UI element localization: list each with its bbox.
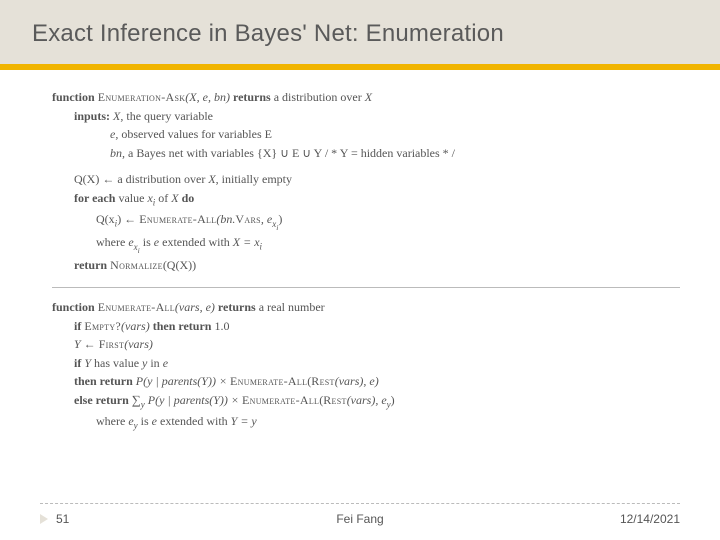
footer-author: Fei Fang bbox=[336, 512, 383, 526]
fn-name: Enumeration-Ask bbox=[98, 90, 186, 104]
footer-date: 12/14/2021 bbox=[620, 512, 680, 526]
kw-inputs: inputs: bbox=[74, 109, 110, 123]
divider bbox=[52, 287, 680, 288]
algo2-line-ify: if Y has value y in e bbox=[52, 354, 680, 373]
algo1-line-call: Q(xi) ← Enumerate-All(bn.Vars, exi) bbox=[52, 210, 680, 233]
header-band: Exact Inference in Bayes' Net: Enumerati… bbox=[0, 0, 720, 64]
slide-content: function Enumeration-Ask(X, e, bn) retur… bbox=[0, 70, 720, 434]
returns-var: X bbox=[365, 90, 372, 104]
kw-returns: returns bbox=[233, 90, 271, 104]
slide-title: Exact Inference in Bayes' Net: Enumerati… bbox=[32, 20, 504, 48]
algo2-line-empty: if Empty?(vars) then return 1.0 bbox=[52, 317, 680, 336]
algo1-signature: function Enumeration-Ask(X, e, bn) retur… bbox=[52, 88, 680, 107]
algo1-line-qinit: Q(X) ← a distribution over X, initially … bbox=[52, 170, 680, 189]
returns-text: a distribution over bbox=[271, 90, 365, 104]
footer-arrow-icon bbox=[40, 514, 48, 524]
kw-function: function bbox=[52, 90, 95, 104]
algo2-line-else: else return ∑y P(y | parents(Y)) × Enume… bbox=[52, 391, 680, 412]
algo1-line-foreach: for each value xi of X do bbox=[52, 189, 680, 210]
algo1-line-return: return Normalize(Q(X)) bbox=[52, 256, 680, 275]
algo2-line-where: where ey is e extended with Y = y bbox=[52, 412, 680, 433]
algo2-signature: function Enumerate-All(vars, e) returns … bbox=[52, 298, 680, 317]
page-number: 51 bbox=[56, 512, 69, 526]
fn-args: (X, e, bn) bbox=[185, 90, 230, 104]
footer: 51 Fei Fang 12/14/2021 bbox=[40, 503, 680, 526]
algo1-input-bn: bn, a Bayes net with variables {X} ∪ E ∪… bbox=[52, 144, 680, 163]
algo1-inputs: inputs: X, the query variable bbox=[52, 107, 680, 126]
algo2-line-then: then return P(y | parents(Y)) × Enumerat… bbox=[52, 372, 680, 391]
algo2-line-first: Y ← First(vars) bbox=[52, 335, 680, 354]
algo1-line-where: where exi is e extended with X = xi bbox=[52, 233, 680, 256]
algo1-input-e: e, observed values for variables E bbox=[52, 125, 680, 144]
